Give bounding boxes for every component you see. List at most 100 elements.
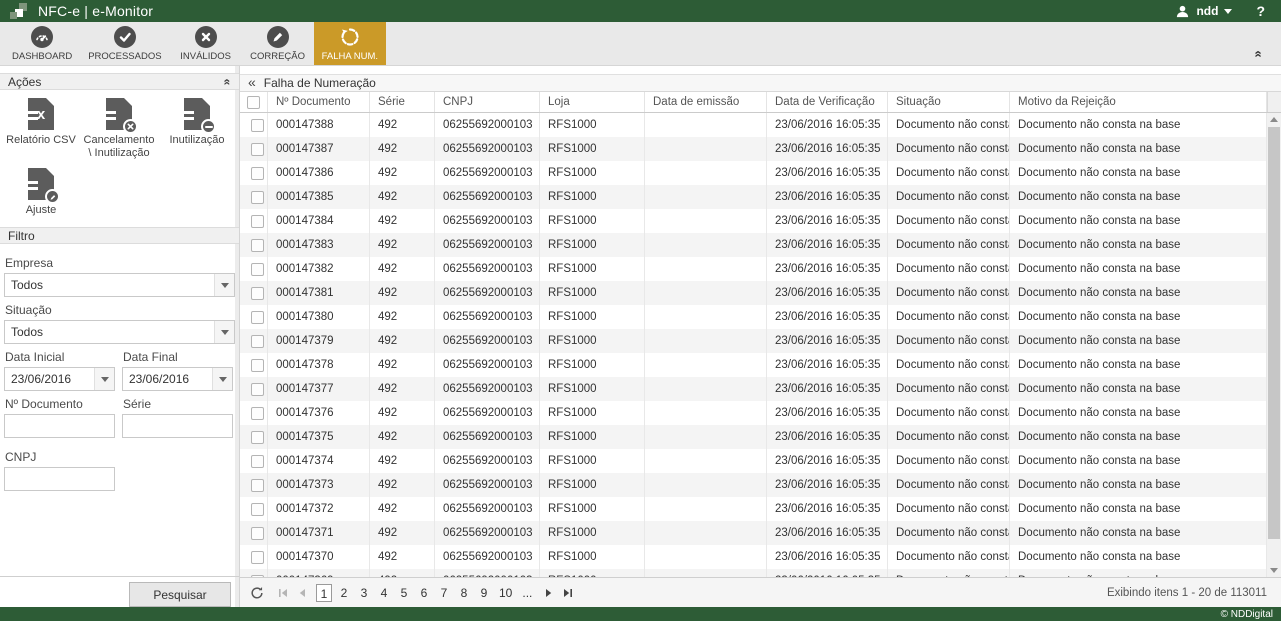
tab-invalidos[interactable]: INVÁLIDOS bbox=[170, 22, 242, 65]
table-row[interactable]: 000147374 492 06255692000103 RFS1000 23/… bbox=[240, 449, 1267, 473]
chevron-down-icon[interactable] bbox=[212, 368, 232, 390]
scroll-up-button[interactable] bbox=[1267, 113, 1281, 126]
row-checkbox[interactable] bbox=[251, 263, 264, 276]
row-checkbox[interactable] bbox=[251, 527, 264, 540]
table-row[interactable]: 000147376 492 06255692000103 RFS1000 23/… bbox=[240, 401, 1267, 425]
tab-label: INVÁLIDOS bbox=[180, 51, 231, 62]
table-row[interactable]: 000147387 492 06255692000103 RFS1000 23/… bbox=[240, 137, 1267, 161]
row-checkbox[interactable] bbox=[251, 503, 264, 516]
check-icon bbox=[114, 26, 136, 48]
data-final-picker[interactable]: 23/06/2016 bbox=[122, 367, 233, 391]
collapse-toolbar-button[interactable]: « bbox=[1255, 47, 1269, 61]
first-page-button[interactable] bbox=[278, 588, 288, 598]
pager-page-9[interactable]: 9 bbox=[476, 584, 492, 602]
cell-verificacao: 23/06/2016 16:05:35 bbox=[767, 545, 888, 569]
column-header-cnpj[interactable]: CNPJ bbox=[435, 92, 540, 112]
scroll-down-button[interactable] bbox=[1267, 564, 1281, 577]
row-checkbox[interactable] bbox=[251, 383, 264, 396]
prev-page-button[interactable] bbox=[298, 588, 306, 598]
row-checkbox[interactable] bbox=[251, 551, 264, 564]
next-page-button[interactable] bbox=[545, 588, 553, 598]
data-inicial-picker[interactable]: 23/06/2016 bbox=[4, 367, 115, 391]
row-checkbox[interactable] bbox=[251, 119, 264, 132]
tab-falha-num[interactable]: FALHA NUM. bbox=[314, 22, 387, 65]
row-checkbox[interactable] bbox=[251, 167, 264, 180]
empresa-select[interactable]: Todos bbox=[4, 273, 235, 297]
column-header-situacao[interactable]: Situação bbox=[888, 92, 1010, 112]
relatorio-csv-button[interactable]: x Relatório CSV bbox=[2, 98, 80, 160]
table-row[interactable]: 000147378 492 06255692000103 RFS1000 23/… bbox=[240, 353, 1267, 377]
pager-page-2[interactable]: 2 bbox=[336, 584, 352, 602]
table-row[interactable]: 000147377 492 06255692000103 RFS1000 23/… bbox=[240, 377, 1267, 401]
last-page-button[interactable] bbox=[563, 588, 573, 598]
scrollbar-thumb[interactable] bbox=[1268, 127, 1280, 539]
row-checkbox[interactable] bbox=[251, 287, 264, 300]
row-checkbox[interactable] bbox=[251, 191, 264, 204]
collapse-actions-button[interactable]: « bbox=[224, 75, 231, 89]
pager-page-7[interactable]: 7 bbox=[436, 584, 452, 602]
cnpj-input[interactable] bbox=[4, 467, 115, 491]
table-row[interactable]: 000147381 492 06255692000103 RFS1000 23/… bbox=[240, 281, 1267, 305]
ajuste-button[interactable]: Ajuste bbox=[2, 168, 80, 217]
table-row[interactable]: 000147371 492 06255692000103 RFS1000 23/… bbox=[240, 521, 1267, 545]
pager-page-1[interactable]: 1 bbox=[316, 584, 332, 602]
pesquisar-button[interactable]: Pesquisar bbox=[129, 582, 231, 607]
row-checkbox[interactable] bbox=[251, 239, 264, 252]
pager-page-4[interactable]: 4 bbox=[376, 584, 392, 602]
column-header-documento[interactable]: Nº Documento bbox=[268, 92, 370, 112]
select-all-checkbox[interactable] bbox=[247, 96, 260, 109]
row-checkbox[interactable] bbox=[251, 479, 264, 492]
table-row[interactable]: 000147372 492 06255692000103 RFS1000 23/… bbox=[240, 497, 1267, 521]
table-row[interactable]: 000147386 492 06255692000103 RFS1000 23/… bbox=[240, 161, 1267, 185]
num-documento-input[interactable] bbox=[4, 414, 115, 438]
cell-motivo: Documento não consta na base bbox=[1010, 497, 1267, 521]
situacao-select[interactable]: Todos bbox=[4, 320, 235, 344]
row-checkbox[interactable] bbox=[251, 455, 264, 468]
table-row[interactable]: 000147373 492 06255692000103 RFS1000 23/… bbox=[240, 473, 1267, 497]
refresh-button[interactable] bbox=[250, 586, 264, 600]
cancelamento-inutilizacao-button[interactable]: Cancelamento \ Inutilização bbox=[80, 98, 158, 160]
table-row[interactable]: 000147385 492 06255692000103 RFS1000 23/… bbox=[240, 185, 1267, 209]
column-header-loja[interactable]: Loja bbox=[540, 92, 645, 112]
row-checkbox[interactable] bbox=[251, 407, 264, 420]
column-header-verificacao[interactable]: Data de Verificação bbox=[767, 92, 888, 112]
row-checkbox[interactable] bbox=[251, 143, 264, 156]
table-row[interactable]: 000147379 492 06255692000103 RFS1000 23/… bbox=[240, 329, 1267, 353]
table-row[interactable]: 000147380 492 06255692000103 RFS1000 23/… bbox=[240, 305, 1267, 329]
user-menu[interactable]: ndd bbox=[1175, 4, 1232, 19]
tab-processados[interactable]: PROCESSADOS bbox=[80, 22, 169, 65]
table-row[interactable]: 000147369 492 06255692000103 RFS1000 23/… bbox=[240, 569, 1267, 577]
app-title: NFC-e | e-Monitor bbox=[38, 3, 153, 19]
table-row[interactable]: 000147382 492 06255692000103 RFS1000 23/… bbox=[240, 257, 1267, 281]
serie-input[interactable] bbox=[122, 414, 233, 438]
tab-dashboard[interactable]: DASHBOARD bbox=[4, 22, 80, 65]
pager-page-5[interactable]: 5 bbox=[396, 584, 412, 602]
table-row[interactable]: 000147384 492 06255692000103 RFS1000 23/… bbox=[240, 209, 1267, 233]
vertical-scrollbar[interactable] bbox=[1267, 113, 1281, 577]
row-checkbox[interactable] bbox=[251, 431, 264, 444]
chevron-down-icon[interactable] bbox=[214, 321, 234, 343]
help-button[interactable]: ? bbox=[1256, 3, 1265, 19]
row-checkbox[interactable] bbox=[251, 575, 264, 578]
inutilizacao-button[interactable]: Inutilização bbox=[158, 98, 236, 160]
table-row[interactable]: 000147375 492 06255692000103 RFS1000 23/… bbox=[240, 425, 1267, 449]
chevron-down-icon[interactable] bbox=[214, 274, 234, 296]
column-header-emissao[interactable]: Data de emissão bbox=[645, 92, 767, 112]
column-header-serie[interactable]: Série bbox=[370, 92, 435, 112]
pager-page-8[interactable]: 8 bbox=[456, 584, 472, 602]
row-checkbox[interactable] bbox=[251, 215, 264, 228]
table-row[interactable]: 000147388 492 06255692000103 RFS1000 23/… bbox=[240, 113, 1267, 137]
row-checkbox[interactable] bbox=[251, 335, 264, 348]
pager-page-10[interactable]: 10 bbox=[496, 584, 515, 602]
row-checkbox[interactable] bbox=[251, 359, 264, 372]
collapse-sidebar-icon[interactable]: « bbox=[240, 74, 264, 92]
tab-correcao[interactable]: CORREÇÃO bbox=[242, 22, 314, 65]
table-row[interactable]: 000147383 492 06255692000103 RFS1000 23/… bbox=[240, 233, 1267, 257]
column-header-motivo[interactable]: Motivo da Rejeição bbox=[1010, 92, 1267, 112]
tab-label: PROCESSADOS bbox=[88, 51, 161, 62]
chevron-down-icon[interactable] bbox=[94, 368, 114, 390]
pager-page-3[interactable]: 3 bbox=[356, 584, 372, 602]
table-row[interactable]: 000147370 492 06255692000103 RFS1000 23/… bbox=[240, 545, 1267, 569]
row-checkbox[interactable] bbox=[251, 311, 264, 324]
pager-page-6[interactable]: 6 bbox=[416, 584, 432, 602]
